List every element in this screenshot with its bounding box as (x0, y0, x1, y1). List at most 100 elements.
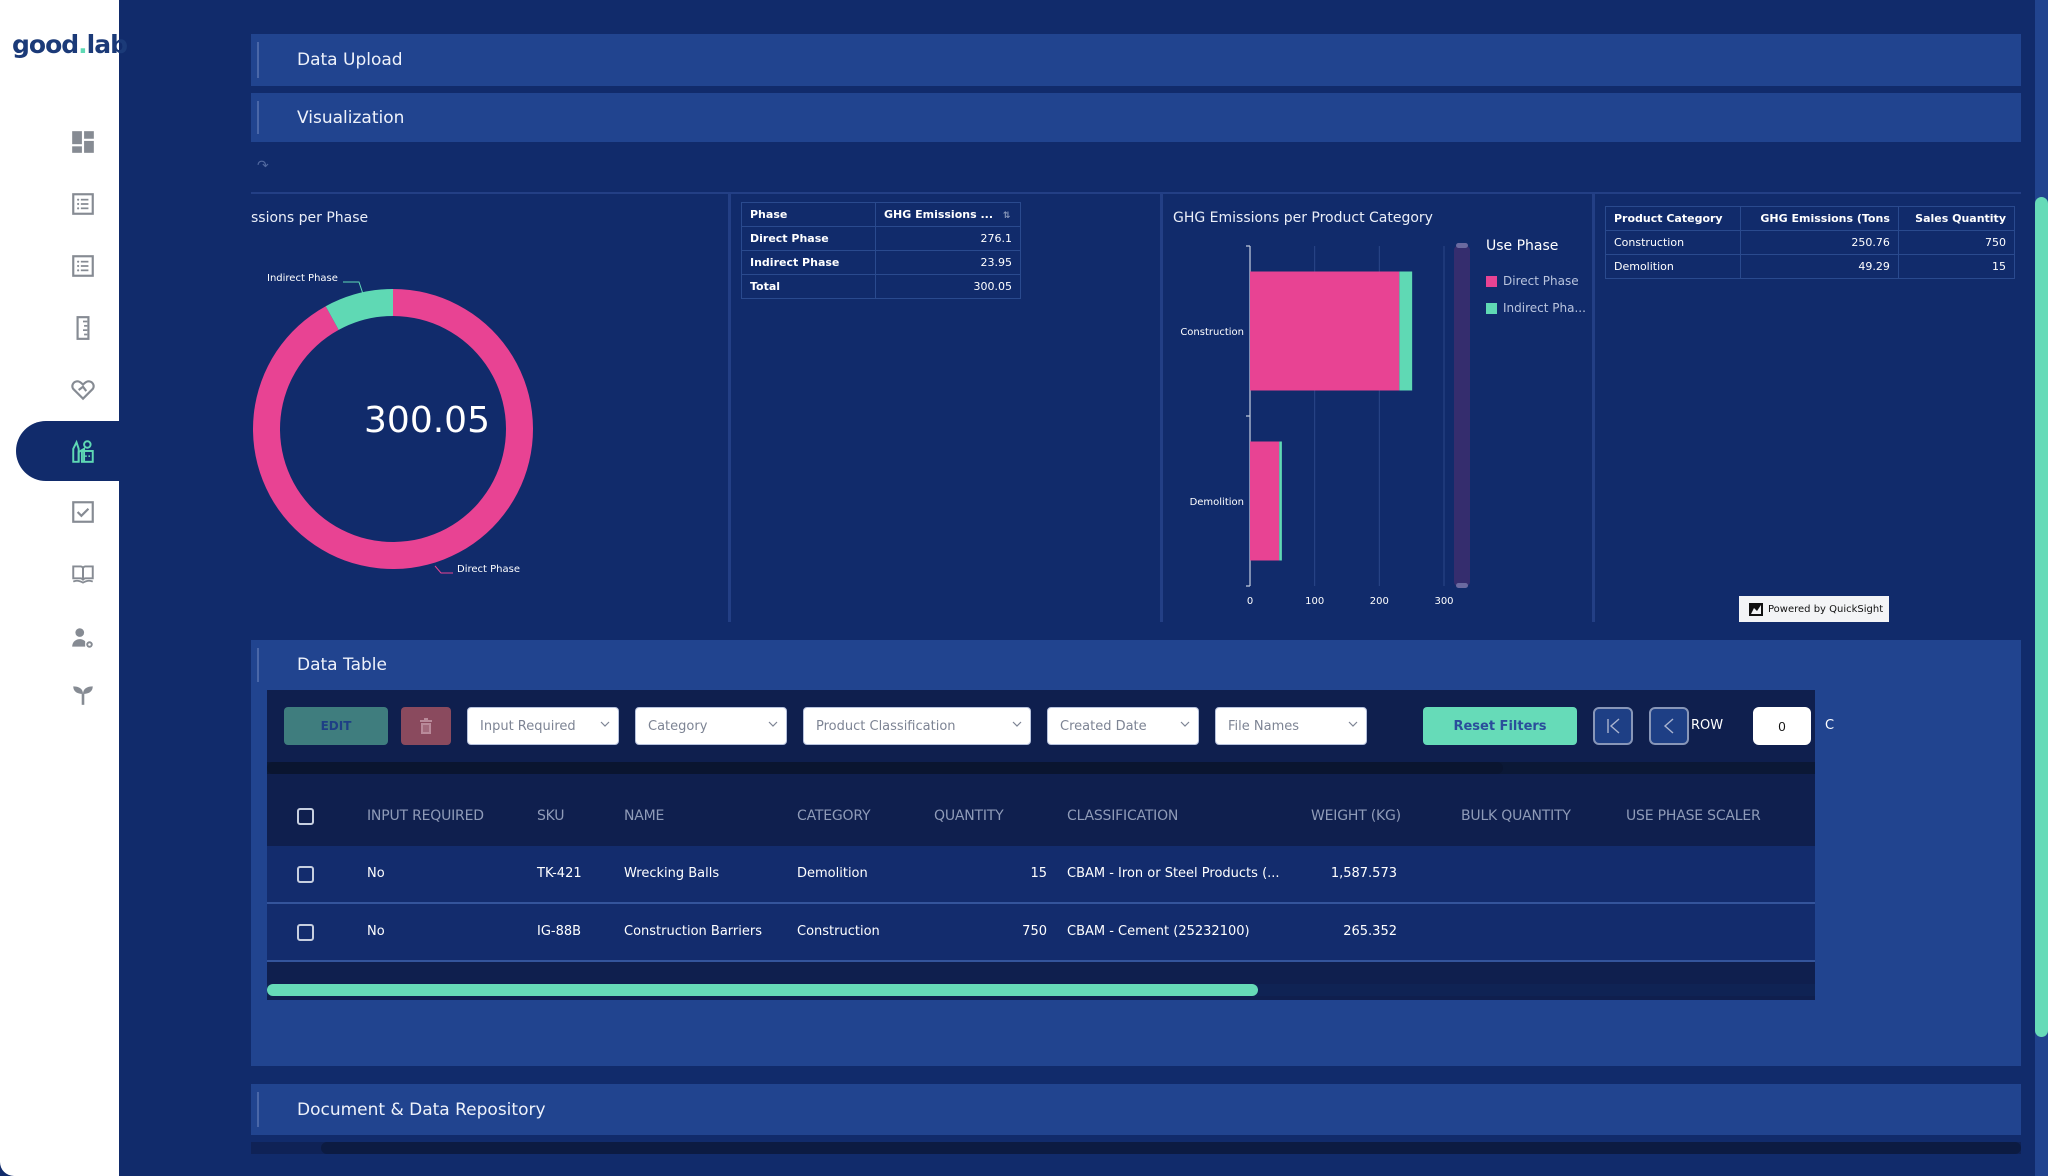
sidebar-item-library[interactable] (16, 544, 119, 604)
section-visualization[interactable]: Visualization (251, 93, 2021, 142)
chevron-down-icon (1180, 721, 1190, 727)
toolbar-scrollbar[interactable] (267, 762, 1815, 774)
powered-by-quicksight[interactable]: Powered by QuickSight (1739, 596, 1889, 622)
sort-icon[interactable]: ⇅ (1003, 211, 1011, 221)
table-header[interactable]: Sales Quantity (1897, 206, 2016, 231)
table-cell: Construction (1604, 230, 1742, 255)
legend-item-direct[interactable]: Direct Phase (1486, 274, 1579, 288)
table-cell: 300.05 (875, 274, 1021, 299)
filter-placeholder: Category (648, 718, 708, 734)
legend-swatch (1486, 275, 1497, 287)
column-header[interactable]: INPUT REQUIRED (367, 808, 484, 824)
sidebar: good.lab (0, 0, 128, 1176)
sidebar-item-sustainability[interactable] (16, 664, 119, 724)
legend-item-indirect[interactable]: Indirect Pha... (1486, 301, 1586, 315)
cell-weight: 1,587.573 (1330, 866, 1397, 881)
reset-filters-button[interactable]: Reset Filters (1423, 707, 1577, 745)
chevron-down-icon (1012, 721, 1022, 727)
filter-file-names[interactable]: File Names (1215, 707, 1367, 745)
select-all-checkbox[interactable] (297, 808, 314, 825)
cell-quantity: 15 (1030, 866, 1047, 881)
column-header[interactable]: NAME (624, 808, 664, 824)
sidebar-item-user-settings[interactable] (16, 608, 119, 668)
page-horizontal-scrollbar[interactable] (251, 1142, 2021, 1154)
category-table: Product Category GHG Emissions (Tons Sal… (1604, 206, 2016, 279)
cell-sku: IG-88B (537, 924, 582, 939)
table-cell: 750 (1897, 230, 2016, 255)
column-header[interactable]: USE PHASE SCALER (1626, 808, 1761, 824)
dashboard-visuals: ssions per Phase Indirect Phase Direct P… (251, 192, 2021, 622)
cell-category: Demolition (797, 866, 868, 881)
factory-emissions-icon (71, 439, 94, 463)
x-tick-label: 100 (1305, 596, 1324, 607)
filter-input-required[interactable]: Input Required (467, 707, 619, 745)
sidebar-item-checklist[interactable] (16, 482, 119, 542)
section-title: Visualization (297, 107, 405, 128)
bar-construction-indirect-phase (1399, 271, 1413, 391)
scrollbar-thumb[interactable] (267, 984, 1258, 996)
section-document-repository[interactable]: Document & Data Repository (251, 1084, 2021, 1135)
leader-line-indirect (343, 281, 364, 295)
table-header[interactable]: Product Category (1604, 206, 1742, 231)
column-header[interactable]: BULK QUANTITY (1461, 808, 1571, 824)
table-header[interactable]: GHG Emissions (Tons (1740, 206, 1899, 231)
section-data-upload[interactable]: Data Upload (251, 34, 2021, 86)
table-header[interactable]: Phase (741, 202, 876, 227)
bar-demolition-indirect-phase (1279, 441, 1282, 561)
ruler-icon (76, 316, 89, 340)
section-data-table[interactable]: Data Table (251, 640, 2021, 690)
edit-button[interactable]: EDIT (284, 707, 388, 745)
scrollbar-thumb[interactable] (321, 1142, 2021, 1154)
row-input[interactable] (1753, 707, 1811, 745)
scrollbar-thumb[interactable] (2035, 197, 2048, 1037)
chevron-down-icon (768, 721, 778, 727)
table-row: Direct Phase 276.1 (741, 226, 1021, 251)
column-header[interactable]: QUANTITY (934, 808, 1004, 824)
first-page-button[interactable] (1593, 707, 1633, 745)
table-toolbar: EDIT Input Required Category Product Cla… (267, 690, 1834, 762)
section-title: Data Table (297, 655, 387, 675)
scrollbar-thumb[interactable] (267, 762, 1503, 774)
quicksight-icon (1749, 602, 1763, 616)
cell-classification: CBAM - Cement (25232100) (1067, 924, 1250, 939)
table-row: Construction 250.76 750 (1604, 230, 2016, 255)
table-cell: Total (741, 274, 876, 299)
logo[interactable]: good.lab (12, 30, 128, 59)
column-header[interactable]: CATEGORY (797, 808, 871, 824)
table-row[interactable]: No IG-88B Construction Barriers Construc… (267, 904, 1815, 962)
sidebar-item-handshake[interactable] (16, 360, 119, 420)
table-horizontal-scrollbar[interactable] (267, 984, 1815, 996)
section-title: Data Upload (297, 50, 403, 70)
user-gear-icon (71, 628, 93, 648)
cell-weight: 265.352 (1343, 924, 1397, 939)
filter-created-date[interactable]: Created Date (1047, 707, 1199, 745)
previous-page-button[interactable] (1649, 707, 1689, 745)
table-header-label: GHG Emissions ... (884, 208, 994, 221)
column-header[interactable]: WEIGHT (KG) (1311, 808, 1401, 824)
table-cell: Direct Phase (741, 226, 876, 251)
sidebar-item-dashboard[interactable] (16, 112, 119, 172)
sidebar-item-emissions[interactable] (16, 421, 119, 481)
row-checkbox[interactable] (297, 866, 314, 883)
column-header[interactable]: SKU (537, 808, 565, 824)
table-cell: 15 (1897, 254, 2016, 279)
page-vertical-scrollbar[interactable] (2035, 0, 2048, 1176)
column-header[interactable]: CLASSIFICATION (1067, 808, 1178, 824)
leader-line-direct (434, 565, 453, 574)
table-cell: 49.29 (1740, 254, 1899, 279)
row-checkbox[interactable] (297, 924, 314, 941)
sidebar-item-ruler[interactable] (16, 298, 119, 358)
sidebar-item-list-b[interactable] (16, 236, 119, 296)
table-row[interactable]: No TK-421 Wrecking Balls Demolition 15 C… (267, 846, 1815, 904)
table-header-row: Product Category GHG Emissions (Tons Sal… (1604, 206, 2016, 231)
filter-product-classification[interactable]: Product Classification (803, 707, 1031, 745)
delete-button[interactable] (401, 707, 451, 745)
cell-sku: TK-421 (537, 866, 582, 881)
table-row: Indirect Phase 23.95 (741, 250, 1021, 275)
filter-category[interactable]: Category (635, 707, 787, 745)
refresh-icon[interactable]: ↷ (257, 158, 269, 174)
sidebar-item-list-a[interactable] (16, 174, 119, 234)
cell-classification: CBAM - Iron or Steel Products (... (1067, 866, 1280, 881)
list-icon (71, 255, 94, 277)
table-header[interactable]: GHG Emissions ... ⇅ (875, 202, 1021, 227)
